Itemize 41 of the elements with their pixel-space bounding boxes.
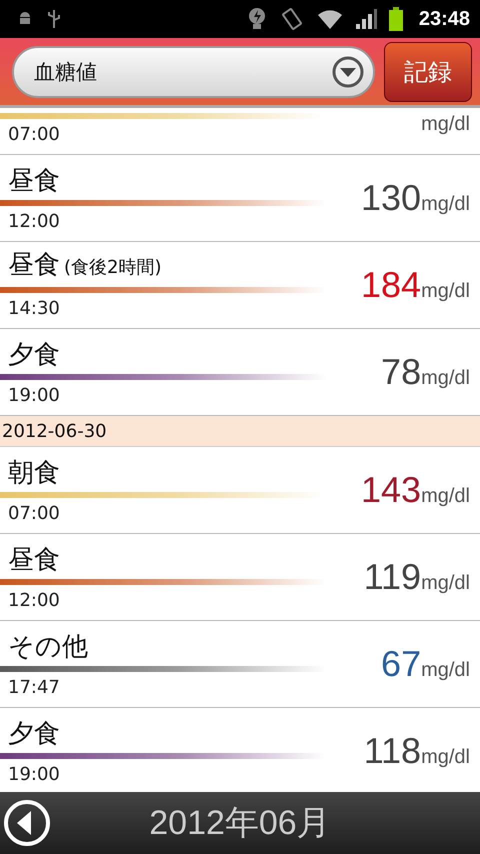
meal-name: 朝食	[8, 458, 60, 488]
meal-name: その他	[8, 632, 88, 662]
entry-time: 17:47	[7, 677, 61, 699]
glucose-value: 143	[361, 469, 422, 511]
meal-name: 夕食	[8, 340, 60, 370]
glucose-value: 78	[381, 351, 422, 393]
lightbulb-icon	[246, 7, 267, 31]
unit-label: mg/dl	[421, 572, 470, 595]
unit-label: mg/dl	[421, 659, 470, 682]
meal-name: 昼食	[8, 166, 60, 196]
glucose-value: 67	[381, 643, 422, 685]
unit-label: mg/dl	[421, 367, 470, 390]
entry-time: 14:30	[7, 298, 61, 320]
glucose-value: 184	[361, 264, 422, 306]
status-time: 23:48	[418, 8, 470, 30]
entry-time: 07:00	[7, 503, 61, 525]
meal-name: 昼食	[8, 250, 60, 280]
month-title: 2012年06月	[148, 803, 332, 844]
entry-time: 12:00	[7, 211, 61, 233]
previous-icon[interactable]	[3, 799, 51, 847]
entry-time: 12:00	[7, 590, 61, 612]
unit-label: mg/dl	[421, 485, 470, 508]
unit-label: mg/dl	[421, 746, 470, 769]
unit-label: mg/dl	[421, 193, 470, 216]
glucose-value: 118	[364, 730, 422, 772]
glucose-value: 130	[361, 177, 422, 219]
date-header: 2012-06-30	[0, 416, 480, 447]
wifi-icon	[316, 8, 343, 30]
meal-note: (食後2時間)	[64, 257, 162, 278]
entry-time: 07:00	[7, 124, 61, 146]
record-button[interactable]: 記録	[384, 42, 472, 102]
entry-time: 19:00	[7, 764, 61, 786]
type-dropdown[interactable]: 血糖値	[12, 46, 375, 98]
battery-icon	[388, 7, 403, 31]
meal-name: 昼食	[8, 545, 60, 575]
signal-icon	[354, 8, 377, 30]
meal-name: 夕食	[8, 719, 60, 749]
glucose-value: 119	[364, 556, 422, 598]
unit-label: mg/dl	[421, 280, 470, 303]
entry-time: 19:00	[7, 385, 61, 407]
unit-label: mg/dl	[421, 112, 470, 137]
